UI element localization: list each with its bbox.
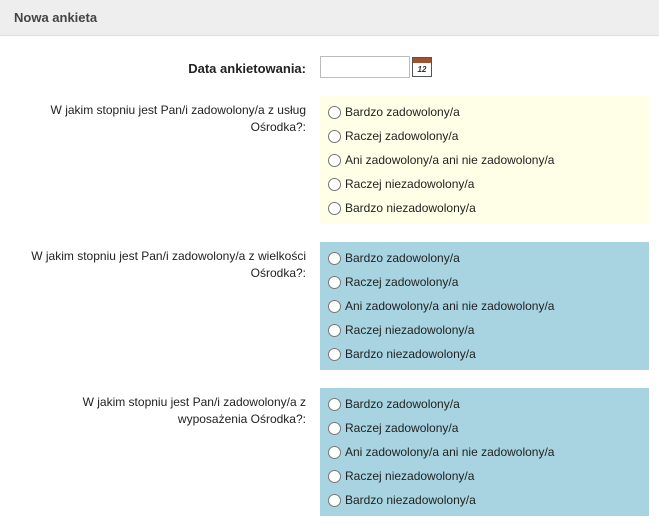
radio-option[interactable]: Bardzo niezadowolony/a: [326, 342, 643, 366]
option-label: Raczej zadowolony/a: [345, 275, 458, 289]
survey-panel: Nowa ankieta Data ankietowania: 12 W jak…: [0, 0, 659, 516]
option-label: Raczej niezadowolony/a: [345, 469, 474, 483]
radio-input[interactable]: [328, 252, 341, 265]
radio-option[interactable]: Raczej zadowolony/a: [326, 270, 643, 294]
option-label: Raczej zadowolony/a: [345, 129, 458, 143]
date-input-col: 12: [320, 56, 649, 78]
question-3-label: W jakim stopniu jest Pan/i zadowolony/a …: [10, 388, 320, 428]
radio-input[interactable]: [328, 494, 341, 507]
option-label: Raczej zadowolony/a: [345, 421, 458, 435]
option-label: Bardzo niezadowolony/a: [345, 201, 476, 215]
radio-option[interactable]: Bardzo niezadowolony/a: [326, 488, 643, 512]
radio-option[interactable]: Raczej niezadowolony/a: [326, 172, 643, 196]
radio-input[interactable]: [328, 470, 341, 483]
date-wrap: 12: [320, 56, 649, 78]
radio-option[interactable]: Bardzo zadowolony/a: [326, 246, 643, 270]
question-3-options: Bardzo zadowolony/a Raczej zadowolony/a …: [320, 388, 649, 516]
radio-input[interactable]: [328, 106, 341, 119]
option-label: Bardzo zadowolony/a: [345, 397, 460, 411]
panel-title: Nowa ankieta: [14, 10, 97, 25]
row-question-3: W jakim stopniu jest Pan/i zadowolony/a …: [10, 388, 649, 516]
radio-input[interactable]: [328, 398, 341, 411]
radio-option[interactable]: Raczej zadowolony/a: [326, 124, 643, 148]
date-label: Data ankietowania:: [10, 56, 320, 78]
radio-option[interactable]: Bardzo niezadowolony/a: [326, 196, 643, 220]
radio-option[interactable]: Ani zadowolony/a ani nie zadowolony/a: [326, 148, 643, 172]
radio-option[interactable]: Raczej niezadowolony/a: [326, 464, 643, 488]
question-2-options: Bardzo zadowolony/a Raczej zadowolony/a …: [320, 242, 649, 370]
question-1-label: W jakim stopniu jest Pan/i zadowolony/a …: [10, 96, 320, 136]
option-label: Raczej niezadowolony/a: [345, 177, 474, 191]
radio-input[interactable]: [328, 422, 341, 435]
radio-input[interactable]: [328, 276, 341, 289]
radio-input[interactable]: [328, 202, 341, 215]
question-2-label: W jakim stopniu jest Pan/i zadowolony/a …: [10, 242, 320, 282]
radio-input[interactable]: [328, 178, 341, 191]
option-label: Ani zadowolony/a ani nie zadowolony/a: [345, 445, 554, 459]
radio-input[interactable]: [328, 154, 341, 167]
option-label: Bardzo zadowolony/a: [345, 105, 460, 119]
option-label: Bardzo niezadowolony/a: [345, 493, 476, 507]
radio-input[interactable]: [328, 324, 341, 337]
panel-header: Nowa ankieta: [0, 0, 659, 36]
row-date: Data ankietowania: 12: [10, 56, 649, 78]
option-label: Raczej niezadowolony/a: [345, 323, 474, 337]
calendar-icon[interactable]: 12: [412, 57, 432, 77]
radio-option[interactable]: Ani zadowolony/a ani nie zadowolony/a: [326, 440, 643, 464]
option-label: Bardzo zadowolony/a: [345, 251, 460, 265]
option-label: Ani zadowolony/a ani nie zadowolony/a: [345, 153, 554, 167]
row-question-2: W jakim stopniu jest Pan/i zadowolony/a …: [10, 242, 649, 370]
question-1-options: Bardzo zadowolony/a Raczej zadowolony/a …: [320, 96, 649, 224]
radio-option[interactable]: Raczej zadowolony/a: [326, 416, 643, 440]
radio-input[interactable]: [328, 130, 341, 143]
date-input[interactable]: [320, 56, 410, 78]
option-label: Ani zadowolony/a ani nie zadowolony/a: [345, 299, 554, 313]
radio-input[interactable]: [328, 300, 341, 313]
calendar-icon-text: 12: [413, 63, 431, 76]
radio-option[interactable]: Raczej niezadowolony/a: [326, 318, 643, 342]
radio-option[interactable]: Bardzo zadowolony/a: [326, 100, 643, 124]
form-area: Data ankietowania: 12 W jakim stopniu je…: [0, 36, 659, 516]
radio-input[interactable]: [328, 348, 341, 361]
radio-input[interactable]: [328, 446, 341, 459]
radio-option[interactable]: Ani zadowolony/a ani nie zadowolony/a: [326, 294, 643, 318]
option-label: Bardzo niezadowolony/a: [345, 347, 476, 361]
radio-option[interactable]: Bardzo zadowolony/a: [326, 392, 643, 416]
row-question-1: W jakim stopniu jest Pan/i zadowolony/a …: [10, 96, 649, 224]
